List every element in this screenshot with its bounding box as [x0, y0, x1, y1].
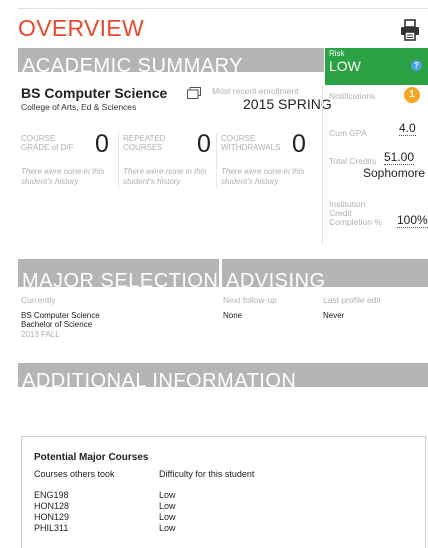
class-level: Sophomore — [363, 166, 426, 180]
currently-label: Currently — [21, 295, 56, 305]
enrollment-label: Most recent enrollment — [212, 86, 299, 96]
stat-repeated-courses: REPEATED COURSES 0 There were none in th… — [123, 130, 215, 190]
course-difficulty: Low — [159, 501, 176, 511]
divider — [118, 132, 119, 188]
potential-courses-panel: Potential Major Courses Courses others t… — [21, 436, 426, 548]
degree-college: College of Arts, Ed & Sciences — [21, 102, 137, 112]
stat-label: WITHDRAWALS — [221, 143, 281, 152]
course-difficulty: Low — [159, 490, 176, 500]
risk-value: LOW — [329, 58, 361, 74]
credits-label: Total Credits — [329, 156, 377, 166]
advising-header: ADVISING — [222, 259, 428, 287]
current-term: 2013 FALL — [21, 330, 60, 339]
stat-note: There were none in this student's histor… — [123, 167, 207, 186]
academic-summary-header: ACADEMIC SUMMARY — [18, 48, 324, 72]
risk-label: Risk — [329, 49, 345, 58]
last-edit-label: Last profile edit — [323, 295, 381, 305]
stat-label: COURSES — [123, 143, 163, 152]
gpa-label: Cum GPA — [329, 128, 367, 138]
risk-badge: Risk LOW ? — [325, 48, 428, 85]
additional-info-heading: ADDITIONAL INFORMATION — [22, 370, 297, 387]
course-code: PHIL311 — [34, 523, 69, 533]
advising-heading: ADVISING — [226, 270, 326, 287]
completion-value[interactable]: 100% — [397, 213, 428, 228]
stat-value: 0 — [95, 130, 109, 158]
course-difficulty: Low — [159, 523, 176, 533]
additional-info-header: ADDITIONAL INFORMATION — [18, 363, 428, 387]
major-selection-heading: MAJOR SELECTION — [22, 270, 219, 287]
last-edit-value: Never — [323, 311, 345, 320]
course-code: ENG198 — [34, 490, 69, 500]
credits-value[interactable]: 51.00 — [384, 150, 415, 165]
column-header-course: Courses others took — [34, 469, 115, 479]
page-title: OVERVIEW — [18, 15, 144, 41]
column-header-difficulty: Difficulty for this student — [159, 469, 255, 479]
table-row: PHIL311 Low — [34, 523, 334, 535]
course-code: HON128 — [34, 501, 70, 511]
stat-note: There were none in this student's histor… — [21, 167, 105, 186]
divider — [216, 132, 217, 188]
followup-value: None — [223, 311, 243, 320]
course-difficulty: Low — [159, 512, 176, 522]
stat-label: GRADE of D/F — [21, 143, 74, 152]
potential-courses-title: Potential Major Courses — [34, 452, 149, 463]
stat-value: 0 — [197, 130, 211, 158]
stat-withdrawals: COURSE WITHDRAWALS 0 There were none in … — [221, 130, 316, 190]
stat-value: 0 — [292, 130, 306, 158]
current-degree: Bachelor of Science — [21, 320, 93, 329]
major-selection-header: MAJOR SELECTION — [18, 259, 219, 287]
copy-icon[interactable] — [187, 87, 201, 99]
stat-grade-df: COURSE GRADE of D/F 0 There were none in… — [21, 130, 116, 190]
side-divider — [322, 85, 323, 245]
gpa-value[interactable]: 4.0 — [399, 121, 416, 136]
enrollment-value: 2015 SPRING — [243, 96, 332, 112]
notifications-badge[interactable]: 1 — [404, 87, 420, 103]
completion-label: Completion % — [329, 217, 382, 227]
printer-icon[interactable] — [399, 19, 421, 41]
course-code: HON129 — [34, 512, 70, 522]
help-icon[interactable]: ? — [411, 60, 422, 71]
followup-label: Next follow-up — [223, 295, 277, 305]
top-divider — [18, 8, 428, 9]
degree-title: BS Computer Science — [21, 85, 168, 101]
stat-note: There were none in this student's histor… — [221, 167, 305, 186]
academic-summary-heading: ACADEMIC SUMMARY — [22, 55, 243, 72]
notifications-label: Notifications — [329, 91, 376, 101]
